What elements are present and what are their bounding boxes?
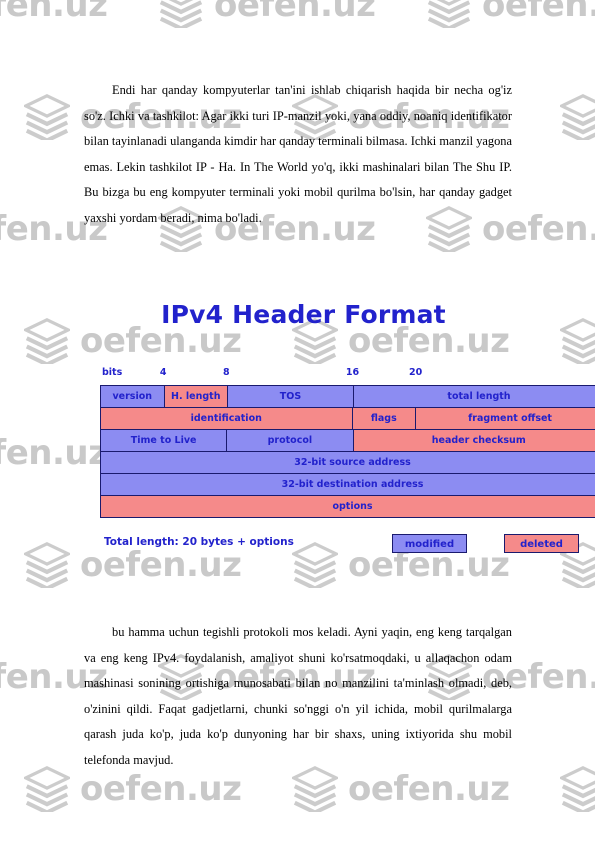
header-row: 32-bit destination address bbox=[100, 473, 595, 495]
bit-ruler: bits4816203 bbox=[100, 367, 595, 385]
header-row: 32-bit source address bbox=[100, 451, 595, 473]
paragraph-bottom-text: bu hamma uchun tegishli protokoli mos ke… bbox=[84, 625, 512, 767]
bit-ruler-tick: 4 bbox=[159, 367, 167, 378]
header-rows: version H. length TOS total length identific… bbox=[100, 385, 595, 518]
header-row: options bbox=[100, 495, 595, 518]
ipv4-header-figure: IPv4 Header Format bits4816203 versionH.… bbox=[0, 300, 595, 556]
bit-ruler-tick: 20 bbox=[409, 367, 423, 378]
header-field-cell: fragment offset bbox=[416, 408, 595, 429]
header-field-cell: version bbox=[101, 386, 165, 407]
ipv4-header-diagram: bits4816203 versionH. lengthTOStotal len… bbox=[100, 367, 595, 556]
paragraph-bottom: bu hamma uchun tegishli protokoli mos ke… bbox=[84, 620, 512, 773]
figure-title: IPv4 Header Format bbox=[161, 300, 446, 329]
legend-total-length: Total length: 20 bytes + options bbox=[104, 536, 294, 548]
paragraph-top: Endi har qanday kompyuterlar tan'ini ish… bbox=[84, 78, 512, 231]
header-row: Time to Live protocol header checksum bbox=[100, 429, 595, 451]
header-field-cell: protocol bbox=[227, 430, 354, 451]
header-field-cell: H. length bbox=[164, 386, 228, 407]
bit-ruler-tick: 8 bbox=[222, 367, 230, 378]
header-field-cell: total length bbox=[354, 386, 595, 407]
header-field-cell: identification bbox=[101, 408, 353, 429]
header-row: version H. length TOS total length bbox=[100, 385, 595, 407]
legend-swatch-deleted: deleted bbox=[504, 534, 579, 553]
figure-legend: Total length: 20 bytes + options modifie… bbox=[100, 534, 595, 556]
header-field-cell: TOS bbox=[228, 386, 354, 407]
bit-ruler-lead-label: bits bbox=[102, 367, 123, 378]
header-field-cell: header checksum bbox=[353, 430, 595, 451]
header-field-cell: options bbox=[101, 496, 595, 517]
header-field-cell: 32-bit destination address bbox=[101, 474, 595, 495]
header-row: identification flags fragment offset bbox=[100, 407, 595, 429]
paragraph-top-text: Endi har qanday kompyuterlar tan'ini ish… bbox=[84, 83, 512, 225]
page-content: Endi har qanday kompyuterlar tan'ini ish… bbox=[0, 0, 595, 842]
header-field-cell: flags bbox=[352, 408, 417, 429]
legend-swatch-modified: modified bbox=[392, 534, 467, 553]
header-field-cell: Time to Live bbox=[101, 430, 228, 451]
header-field-cell: 32-bit source address bbox=[101, 452, 595, 473]
bit-ruler-tick: 16 bbox=[345, 367, 360, 378]
